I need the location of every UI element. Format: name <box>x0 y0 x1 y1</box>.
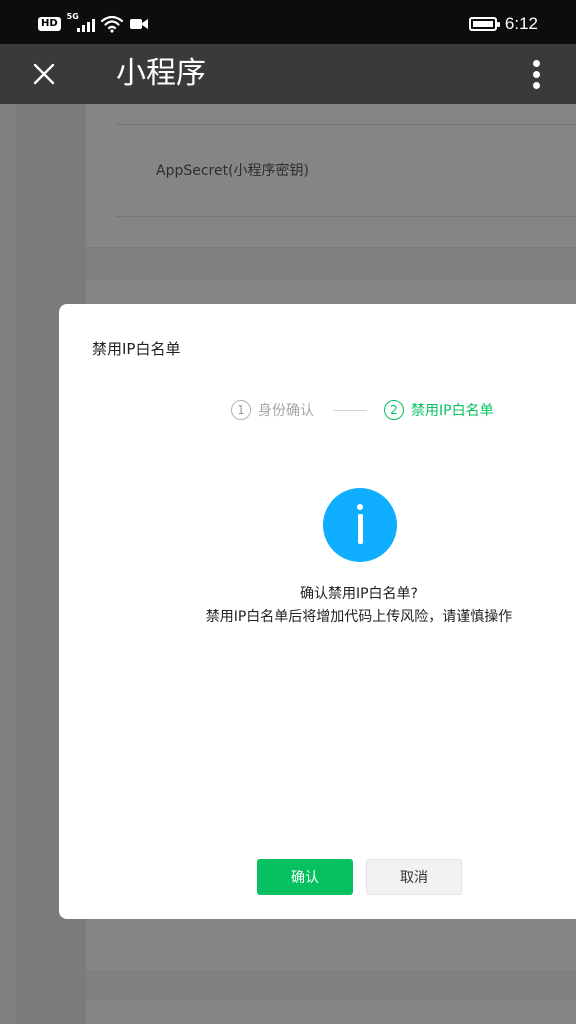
disable-ip-whitelist-dialog: 禁用IP白名单 1 身份确认 2 禁用IP白名单 确认禁用IP白名单? 禁用IP… <box>59 304 576 919</box>
network-type: 5G <box>66 12 79 21</box>
step-number: 2 <box>384 400 404 420</box>
title-bar: 小程序 <box>0 44 576 104</box>
video-camera-icon <box>129 19 148 29</box>
close-button[interactable] <box>24 54 64 94</box>
page-title: 小程序 <box>116 56 206 91</box>
info-icon <box>323 488 397 562</box>
status-left-icons: HD 5G <box>38 12 149 33</box>
battery-icon <box>468 17 500 31</box>
more-vertical-icon <box>532 59 540 67</box>
signal-icon: 5G <box>67 12 95 32</box>
close-icon <box>33 63 55 85</box>
cancel-button[interactable]: 取消 <box>366 859 462 895</box>
status-bar: HD 5G 6:12 <box>0 0 576 44</box>
confirm-message-description: 禁用IP白名单后将增加代码上传风险，请谨慎操作 <box>205 609 513 625</box>
dialog-title: 禁用IP白名单 <box>92 340 181 358</box>
status-right-icons: 6:12 <box>468 14 538 34</box>
step-identity-confirm: 1 身份确认 <box>231 400 314 420</box>
background-card: AppSecret(小程序密钥) <box>86 104 576 248</box>
step-label: 身份确认 <box>258 403 314 419</box>
step-label: 禁用IP白名单 <box>411 403 494 419</box>
confirm-button[interactable]: 确认 <box>257 859 353 895</box>
step-number: 1 <box>231 400 251 420</box>
wifi-icon <box>100 15 123 33</box>
status-time: 6:12 <box>504 14 538 33</box>
hd-icon: HD <box>38 17 61 31</box>
step-divider <box>333 409 367 411</box>
confirm-message-title: 确认禁用IP白名单? <box>299 586 418 602</box>
step-disable-whitelist: 2 禁用IP白名单 <box>384 400 494 420</box>
step-indicator: 1 身份确认 2 禁用IP白名单 <box>231 400 494 420</box>
appsecret-label: AppSecret(小程序密钥) <box>156 163 310 179</box>
background-card <box>86 1000 576 1024</box>
more-button[interactable] <box>516 56 556 92</box>
